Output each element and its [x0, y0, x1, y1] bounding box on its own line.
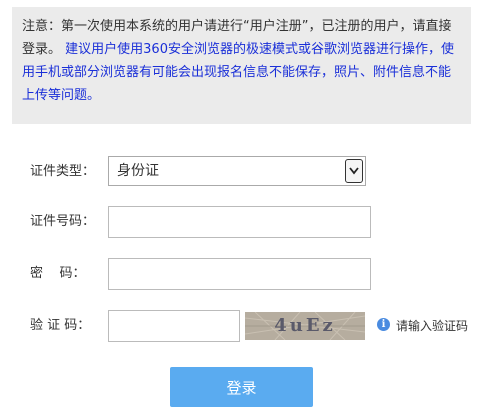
captcha-text: 4uEz — [274, 315, 336, 336]
id-type-row: 证件类型： 身份证 — [0, 156, 495, 188]
id-number-label: 证件号码： — [30, 214, 96, 229]
captcha-image[interactable]: 4uEz — [245, 312, 365, 340]
id-type-value: 身份证 — [117, 163, 159, 179]
captcha-label: 验 证 码： — [30, 318, 91, 333]
password-input[interactable] — [108, 258, 371, 290]
notice-box: 注意：第一次使用本系统的用户请进行“用户注册”，已注册的用户，请直接登录。 建议… — [12, 7, 471, 124]
notice-browser-tip: 建议用户使用360安全浏览器的极速模式或谷歌浏览器进行操作，使用手机或部分浏览器… — [22, 42, 454, 103]
id-number-input[interactable] — [108, 206, 371, 238]
id-number-row: 证件号码： — [0, 206, 495, 238]
captcha-row: 验 证 码： 4uEz i 请输入验证码 — [0, 310, 495, 342]
password-row: 密 码： — [0, 258, 495, 290]
captcha-hint: 请输入验证码 — [396, 319, 469, 333]
login-button[interactable]: 登录 — [170, 367, 313, 407]
id-type-label: 证件类型： — [30, 164, 96, 179]
id-type-select[interactable]: 身份证 — [108, 156, 366, 186]
captcha-input[interactable] — [108, 310, 240, 342]
chevron-down-icon[interactable] — [345, 159, 363, 183]
info-icon: i — [377, 318, 390, 331]
password-label: 密 码： — [30, 266, 86, 281]
